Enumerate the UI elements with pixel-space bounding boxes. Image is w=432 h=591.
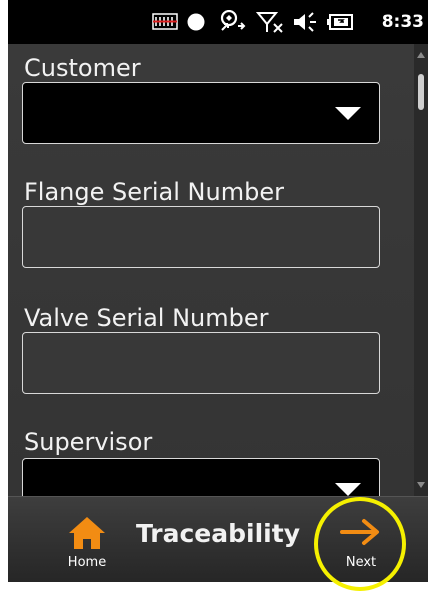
signal-strength-icon[interactable] <box>152 12 178 36</box>
flange-serial-field[interactable] <box>22 206 380 268</box>
volume-icon[interactable] <box>292 11 318 37</box>
chevron-down-icon <box>335 107 361 120</box>
next-highlight-circle <box>314 497 406 591</box>
scroll-thumb[interactable] <box>418 74 424 110</box>
home-label: Home <box>67 555 107 570</box>
vertical-scrollbar[interactable] <box>414 44 428 496</box>
clock-time[interactable]: 8:33 <box>382 12 424 32</box>
valve-serial-label: Valve Serial Number <box>24 304 269 332</box>
customer-label: Customer <box>24 54 141 82</box>
form-content[interactable]: Customer Flange Serial Number Valve Seri… <box>8 44 428 496</box>
valve-serial-field[interactable] <box>22 332 380 394</box>
supervisor-dropdown[interactable] <box>22 458 380 496</box>
connectivity-icon[interactable] <box>218 9 246 38</box>
supervisor-label: Supervisor <box>24 428 153 456</box>
scroll-up-icon[interactable] <box>417 52 425 58</box>
scroll-down-icon[interactable] <box>417 482 425 488</box>
circle-icon[interactable] <box>186 12 206 36</box>
device-screen: 8:33 Customer Flange Serial Number Valve… <box>8 0 428 582</box>
status-bar: 8:33 <box>8 0 428 44</box>
flange-serial-label: Flange Serial Number <box>24 178 284 206</box>
customer-dropdown[interactable] <box>22 82 380 144</box>
chevron-down-icon <box>335 483 361 496</box>
no-signal-icon[interactable] <box>255 10 284 38</box>
battery-icon[interactable] <box>326 12 354 36</box>
